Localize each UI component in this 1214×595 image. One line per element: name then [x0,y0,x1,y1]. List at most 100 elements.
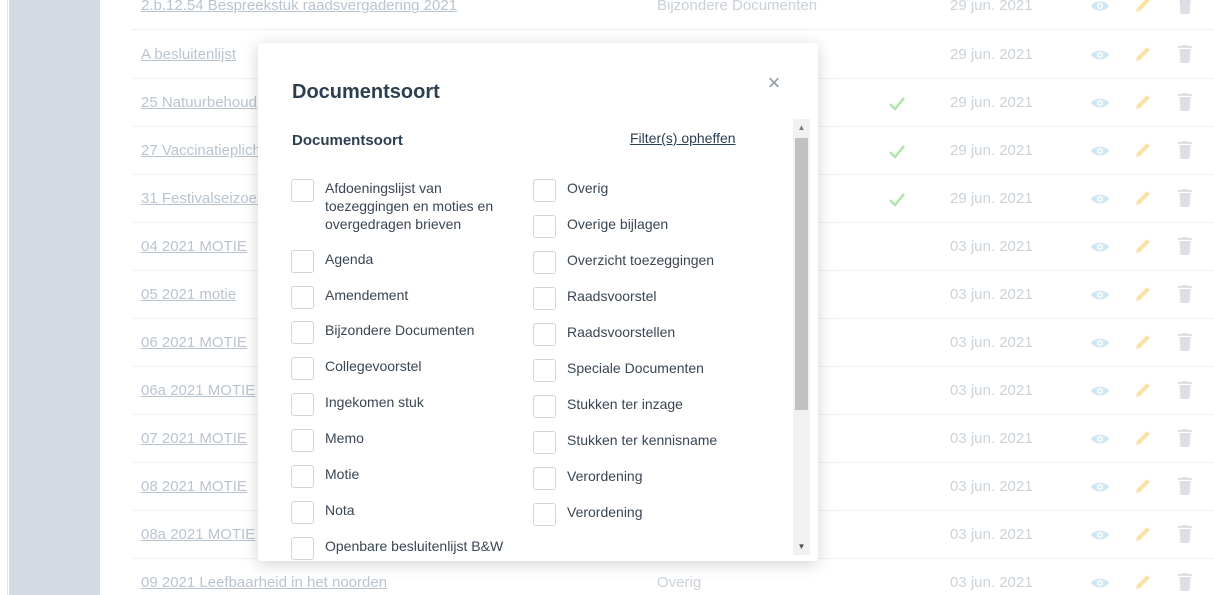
trash-icon[interactable] [1178,45,1192,63]
checkbox[interactable] [533,251,556,274]
checkbox[interactable] [533,503,556,526]
option-label: Agenda [325,251,374,267]
trash-icon[interactable] [1178,429,1192,447]
trash-icon[interactable] [1178,381,1192,399]
document-date: 03 jun. 2021 [950,334,1033,351]
option-label: Verordening [567,468,643,484]
trash-icon[interactable] [1178,333,1192,351]
document-title-link[interactable]: 31 Festivalseizoen [141,175,265,223]
option-label: Speciale Documenten [567,360,704,376]
checkbox[interactable] [291,501,314,524]
document-title-link[interactable]: 27 Vaccinatieplicht [141,127,265,175]
pencil-icon[interactable] [1134,333,1152,351]
checkbox[interactable] [533,395,556,418]
document-title-link[interactable]: 08a 2021 MOTIE [141,511,255,559]
document-type: Overig [657,574,702,591]
eye-icon[interactable] [1090,95,1110,111]
eye-icon[interactable] [1090,47,1110,63]
eye-icon[interactable] [1090,431,1110,447]
document-date: 03 jun. 2021 [950,238,1033,255]
eye-icon[interactable] [1090,575,1110,591]
checkbox[interactable] [291,537,314,560]
pencil-icon[interactable] [1134,237,1152,255]
pencil-icon[interactable] [1134,381,1152,399]
checkbox[interactable] [291,357,314,380]
trash-icon[interactable] [1178,189,1192,207]
document-date: 29 jun. 2021 [950,46,1033,63]
document-type: Bijzondere Documenten [657,0,818,14]
eye-icon[interactable] [1090,0,1110,14]
checkbox[interactable] [291,465,314,488]
trash-icon[interactable] [1178,141,1192,159]
scrollbar[interactable]: ▲ ▼ [793,119,810,555]
pencil-icon[interactable] [1134,189,1152,207]
checkbox[interactable] [291,179,314,202]
option-label: Stukken ter kennisname [567,432,718,448]
pencil-icon[interactable] [1134,141,1152,159]
eye-icon[interactable] [1090,239,1110,255]
section-label: Documentsoort [292,132,403,149]
eye-icon[interactable] [1090,383,1110,399]
checkbox[interactable] [533,431,556,454]
pencil-icon[interactable] [1134,0,1152,14]
eye-icon[interactable] [1090,335,1110,351]
document-title-link[interactable]: 2.b.12.54 Bespreekstuk raadsvergadering … [141,0,457,30]
trash-icon[interactable] [1178,477,1192,495]
pencil-icon[interactable] [1134,525,1152,543]
option-label: Bijzondere Documenten [325,322,475,338]
arrow-down-icon[interactable]: ▼ [793,538,810,555]
option-label: Openbare besluitenlijst B&W [325,538,504,554]
trash-icon[interactable] [1178,93,1192,111]
option-label: Collegevoorstel [325,358,422,374]
check-icon [889,189,906,209]
document-date: 29 jun. 2021 [950,94,1033,111]
sidebar [9,0,100,595]
eye-icon[interactable] [1090,287,1110,303]
eye-icon[interactable] [1090,479,1110,495]
trash-icon[interactable] [1178,573,1192,591]
pencil-icon[interactable] [1134,285,1152,303]
modal-title: Documentsoort [292,81,440,103]
document-title-link[interactable]: 08 2021 MOTIE [141,463,247,511]
scrollbar-thumb[interactable] [795,138,808,410]
trash-icon[interactable] [1178,525,1192,543]
pencil-icon[interactable] [1134,573,1152,591]
trash-icon[interactable] [1178,237,1192,255]
checkbox[interactable] [291,429,314,452]
checkbox[interactable] [533,467,556,490]
document-title-link[interactable]: 06a 2021 MOTIE [141,367,255,415]
document-title-link[interactable]: 07 2021 MOTIE [141,415,247,463]
checkbox[interactable] [291,286,314,309]
option-label: Raadsvoorstellen [567,324,676,340]
arrow-up-icon[interactable]: ▲ [793,119,810,136]
checkbox[interactable] [291,321,314,344]
trash-icon[interactable] [1178,285,1192,303]
pencil-icon[interactable] [1134,45,1152,63]
document-title-link[interactable]: A besluitenlijst [141,31,236,79]
checkbox[interactable] [533,179,556,202]
checkbox[interactable] [533,359,556,382]
eye-icon[interactable] [1090,143,1110,159]
document-date: 03 jun. 2021 [950,526,1033,543]
checkbox[interactable] [533,323,556,346]
document-title-link[interactable]: 06 2021 MOTIE [141,319,247,367]
filter-reset-link[interactable]: Filter(s) opheffen [630,130,736,146]
trash-icon[interactable] [1178,0,1192,14]
eye-icon[interactable] [1090,191,1110,207]
document-title-link[interactable]: 09 2021 Leefbaarheid in het noorden [141,559,387,595]
table-row: 09 2021 Leefbaarheid in het noorden Overi… [132,559,1214,595]
eye-icon[interactable] [1090,527,1110,543]
pencil-icon[interactable] [1134,93,1152,111]
checkbox[interactable] [533,287,556,310]
checkbox[interactable] [291,393,314,416]
pencil-icon[interactable] [1134,477,1152,495]
document-title-link[interactable]: 25 Natuurbehoud [141,79,257,127]
document-date: 03 jun. 2021 [950,286,1033,303]
document-title-link[interactable]: 05 2021 motie [141,271,236,319]
checkbox[interactable] [533,215,556,238]
option-label: Raadsvoorstel [567,288,657,304]
pencil-icon[interactable] [1134,429,1152,447]
document-title-link[interactable]: 04 2021 MOTIE [141,223,247,271]
checkbox[interactable] [291,250,314,273]
close-icon[interactable]: × [764,72,784,94]
